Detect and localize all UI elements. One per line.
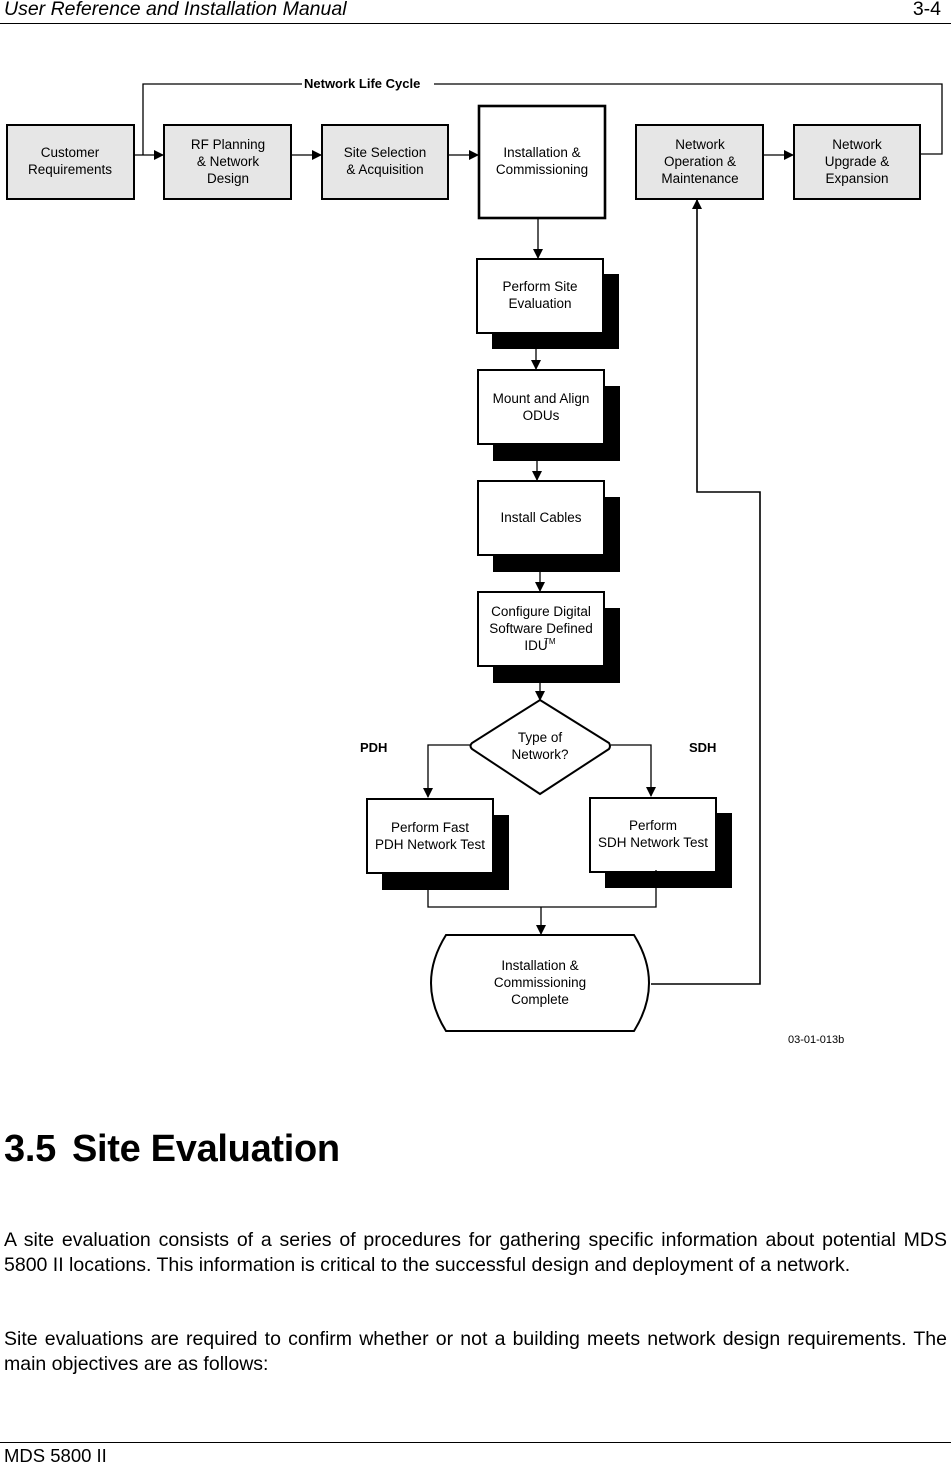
life-cycle-label: Network Life Cycle [304, 76, 420, 91]
trademark-superscript: TM [544, 637, 556, 646]
paragraph: A site evaluation consists of a series o… [4, 1229, 947, 1276]
step-install-cables: Install Cables [477, 480, 620, 572]
top-box-customer-requirements: Customer Requirements [6, 124, 135, 200]
top-box-network-operation: Network Operation & Maintenance [635, 124, 764, 200]
pdh-branch-label: PDH [360, 740, 387, 755]
step-configure-idu: Configure Digital Software Defined IDU TM [477, 591, 620, 683]
section-title: Site Evaluation [71, 1128, 340, 1170]
paragraph: Site evaluations are required to confirm… [4, 1328, 947, 1375]
top-box-installation-commissioning: Installation & Commissioning [477, 104, 607, 220]
arrow-to-pdh-test [423, 744, 470, 798]
section-heading: 3.5 Site Evaluation [4, 1128, 340, 1171]
step-pdh-network-test: Perform Fast PDH Network Test [366, 798, 509, 890]
step-sdh-network-test: Perform SDH Network Test [589, 797, 732, 888]
box-label: Network Upgrade & Expansion [825, 137, 890, 186]
box-label: Install Cables [500, 510, 581, 525]
network-life-cycle-flowchart: Network Life Cycle Customer Requirements … [6, 76, 943, 1046]
footer-product: MDS 5800 II [4, 1445, 107, 1466]
arrow-to-sdh-test [611, 744, 656, 797]
figure-id: 03-01-013b [788, 1034, 844, 1046]
terminal-installation-complete: Installation & Commissioning Complete [430, 934, 650, 1032]
top-box-network-upgrade: Network Upgrade & Expansion [793, 124, 921, 200]
step-mount-align-odus: Mount and Align ODUs [477, 369, 620, 461]
step-perform-site-evaluation: Perform Site Evaluation [476, 258, 619, 349]
section-number: 3.5 [4, 1128, 56, 1170]
top-box-site-selection: Site Selection & Acquisition [321, 124, 449, 200]
sdh-branch-label: SDH [689, 740, 716, 755]
top-box-rf-planning: RF Planning & Network Design [163, 124, 292, 200]
footer-rule [0, 1442, 951, 1443]
decision-type-of-network: Type of Network? [469, 698, 611, 796]
